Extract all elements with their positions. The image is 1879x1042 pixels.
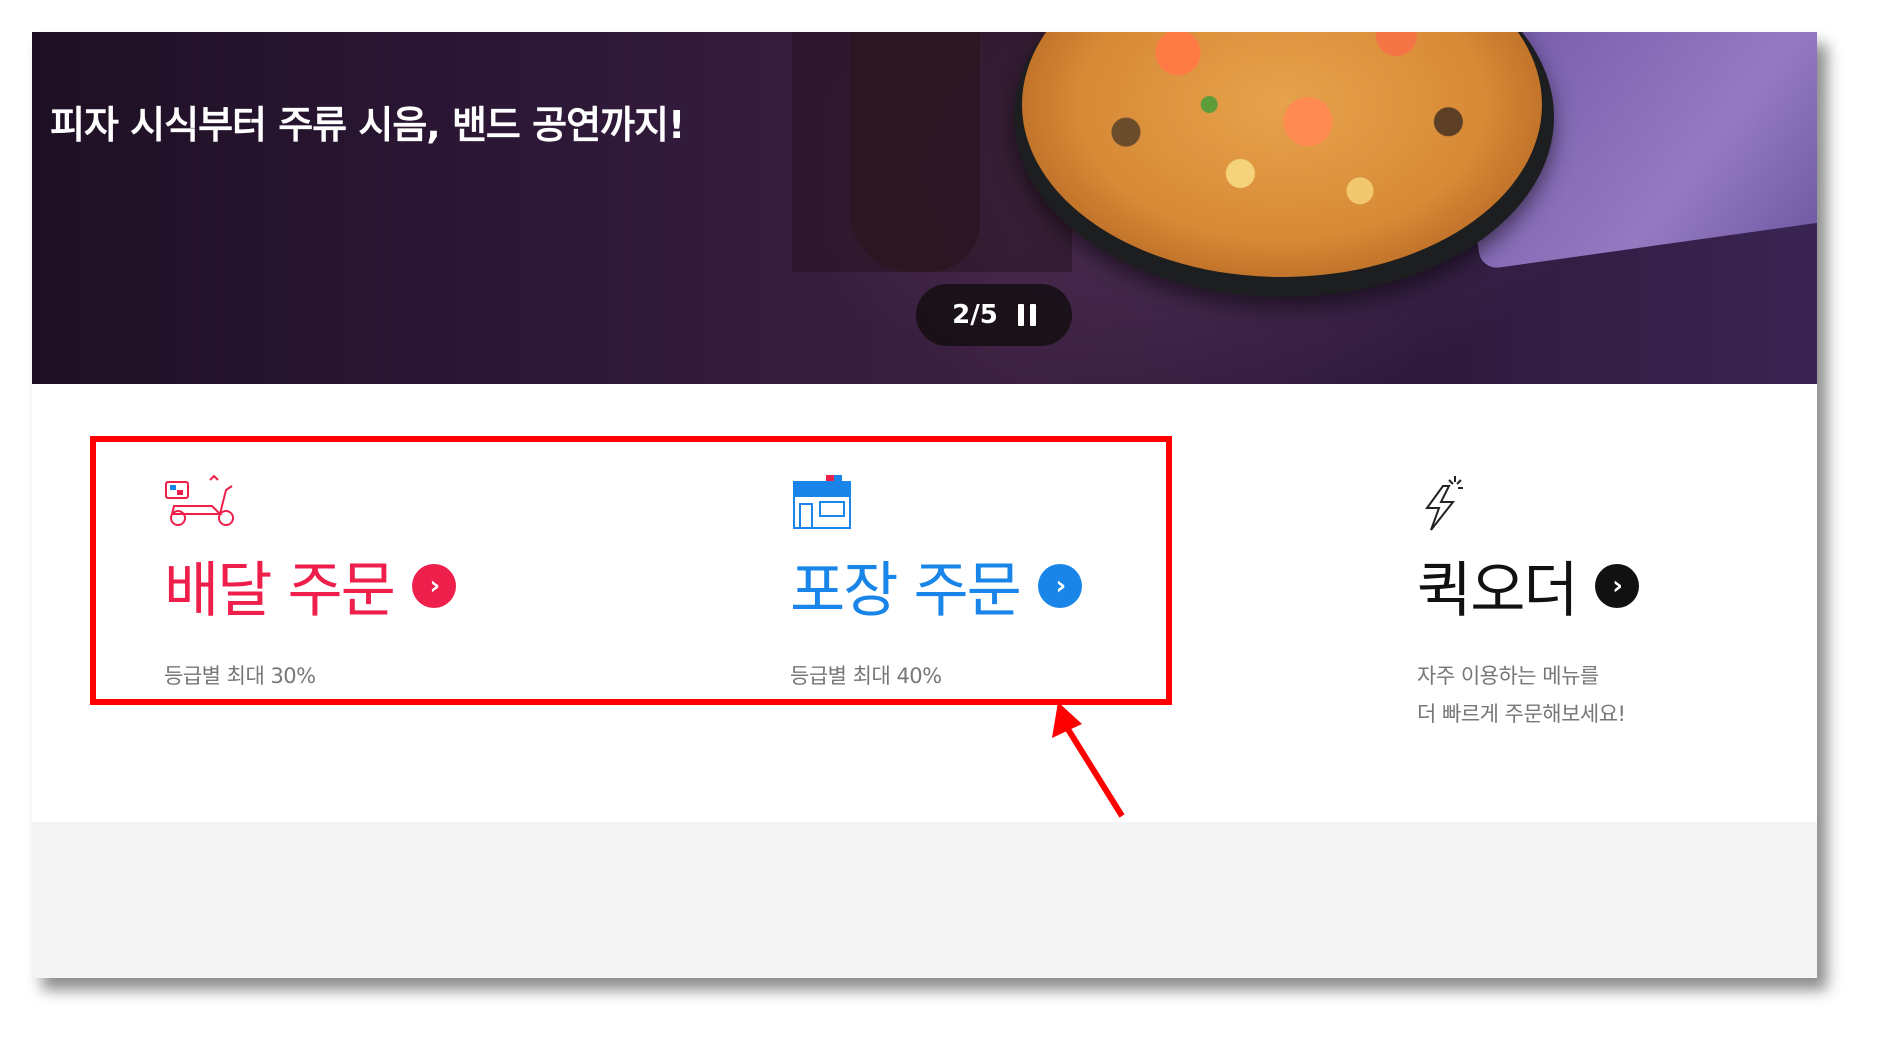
page-frame: 피자 시식부터 주류 시음, 밴드 공연까지! 2/5 배달 주문 › 등급별 … [32, 32, 1817, 978]
footer-band [32, 822, 1817, 978]
